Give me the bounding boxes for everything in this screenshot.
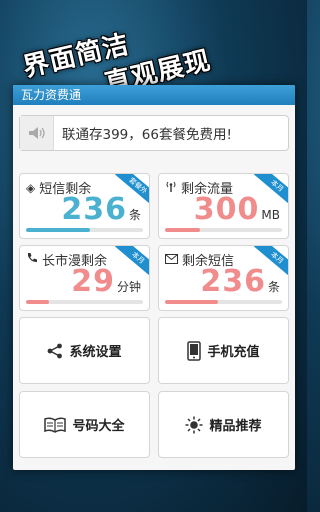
- sun-icon: [185, 416, 203, 434]
- button-label: 精品推荐: [209, 419, 262, 434]
- card-unit: MB: [261, 208, 280, 222]
- recommended-apps-button[interactable]: 精品推荐: [158, 391, 289, 458]
- phone-icon: [26, 252, 38, 267]
- card-value: 236: [61, 192, 127, 227]
- progress-bar: [26, 300, 143, 304]
- book-icon: [44, 416, 67, 433]
- card-unit: 条: [267, 280, 280, 294]
- button-label: 系统设置: [69, 345, 122, 360]
- card-sms-left[interactable]: 剩余短信 本月 236 条: [158, 245, 289, 311]
- progress-fill: [26, 300, 50, 304]
- progress-fill: [26, 228, 91, 232]
- phone-recharge-button[interactable]: 手机充值: [158, 317, 289, 384]
- button-label: 手机充值: [207, 345, 260, 360]
- envelope-icon: [165, 253, 178, 267]
- notice-banner[interactable]: 联通存399，66套餐免费用!: [19, 115, 289, 151]
- card-value: 300: [193, 192, 260, 227]
- app-window: 瓦力资费通 联通存399，66套餐免费用! ◈ 短信剩余 套餐外 236 条 剩…: [13, 85, 295, 470]
- progress-bar: [26, 228, 143, 232]
- card-value: 29: [71, 264, 115, 299]
- progress-bar: [165, 300, 282, 304]
- card-sms-remaining[interactable]: ◈ 短信剩余 套餐外 236 条: [19, 173, 150, 239]
- speaker-icon: [20, 116, 54, 150]
- progress-fill: [165, 300, 218, 304]
- promo-banner: 界面简洁 直观展现: [6, 0, 316, 100]
- card-unit: 分钟: [116, 280, 141, 294]
- number-directory-button[interactable]: 号码大全: [19, 391, 150, 458]
- phone-icon: [187, 340, 202, 361]
- card-call-remaining[interactable]: 长市漫剩余 本月 29 分钟: [19, 245, 150, 311]
- card-data-remaining[interactable]: 剩余流量 本月 300 MB: [158, 173, 289, 239]
- progress-bar: [165, 228, 282, 232]
- card-value: 236: [200, 264, 266, 299]
- share-icon: [47, 343, 63, 359]
- app-title: 瓦力资费通: [13, 85, 295, 105]
- progress-fill: [165, 228, 201, 232]
- signal-icon: [165, 180, 177, 195]
- system-settings-button[interactable]: 系统设置: [19, 317, 150, 384]
- notice-text: 联通存399，66套餐免费用!: [62, 127, 232, 143]
- card-unit: 条: [128, 208, 141, 222]
- button-label: 号码大全: [72, 419, 125, 434]
- sms-diamond-icon: ◈: [26, 180, 36, 195]
